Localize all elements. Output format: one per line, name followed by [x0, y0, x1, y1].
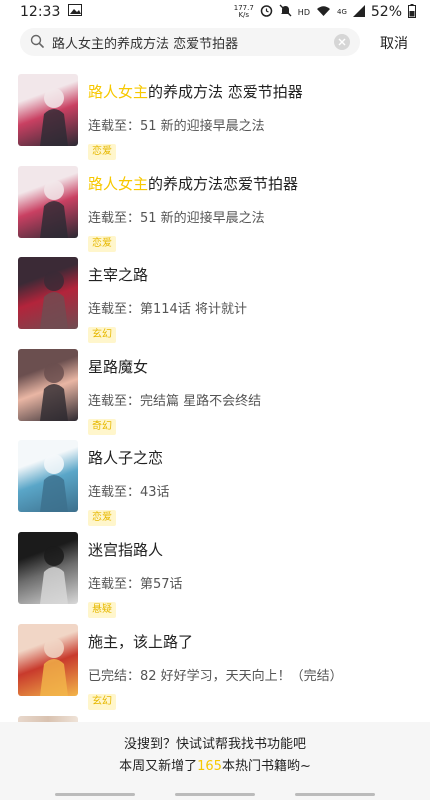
result-info: 星路魔女 连载至：完结篇 星路不会终结 奇幻	[88, 356, 420, 435]
network-type-label: 4G	[336, 8, 347, 16]
battery-icon	[408, 3, 416, 21]
signal-icon	[352, 4, 365, 20]
result-latest-chapter: 连载至：第114话 将计就计	[88, 302, 247, 318]
result-latest-chapter: 连载至：51 新的迎接早晨之法	[88, 119, 265, 134]
title-highlight: 路人女主	[88, 83, 149, 101]
result-info: 路人女主的养成方法恋爱节拍器 连载至：51 新的迎接早晨之法 恋爱	[88, 173, 420, 252]
genre-tag: 玄幻	[88, 327, 116, 344]
hd-icon: HD	[297, 7, 310, 17]
request-book-line1: 没搜到？快试试帮我找书功能吧	[123, 737, 306, 752]
result-info: 施主，该上路了 已完结：82 好好学习，天天向上！（完结） 玄幻	[88, 631, 420, 710]
genre-tag: 恋爱	[88, 144, 116, 160]
title-highlight: 路人女主	[88, 174, 149, 193]
net-speed-unit: K/s	[238, 11, 250, 19]
result-title[interactable]: 主宰之路	[88, 264, 420, 285]
result-info: 路人子之恋 连载至：43话 恋爱	[88, 447, 420, 527]
cancel-button[interactable]: 取消	[380, 33, 408, 53]
net-speed: 177.7 K/s	[234, 5, 254, 19]
alarm-icon	[260, 4, 273, 20]
comic-cover[interactable]	[18, 531, 78, 604]
request-book-banner[interactable]: 没搜到？快试试帮我找书功能吧 本周又新增了165本热门书籍哟~	[0, 722, 430, 800]
search-input[interactable]: 路人女主的养成方法 恋爱节拍器	[52, 33, 334, 52]
new-books-prefix: 本周又新增了	[119, 759, 198, 774]
genre-tag: 玄幻	[88, 693, 116, 710]
result-item[interactable]: 路人子之恋 连载至：43话 恋爱	[0, 440, 430, 532]
status-bar: 12:33 177.7 K/s HD 4G 52%	[0, 0, 430, 24]
search-results-list: 路人女主的养成方法 恋爱节拍器 连载至：51 新的迎接早晨之法 恋爱 路人女主的…	[0, 74, 430, 715]
result-latest-chapter: 连载至：第57话	[88, 576, 183, 592]
genre-tag: 恋爱	[88, 510, 116, 527]
title-rest: 施主，该上路了	[88, 632, 194, 651]
title-rest: 迷宫指路人	[88, 540, 164, 559]
title-rest: 星路魔女	[88, 357, 149, 376]
result-item[interactable]: 施主，该上路了 已完结：82 好好学习，天天向上！（完结） 玄幻	[0, 623, 430, 716]
result-title[interactable]: 星路魔女	[88, 356, 420, 377]
result-title[interactable]: 路人女主的养成方法 恋爱节拍器	[88, 81, 420, 102]
result-info: 迷宫指路人 连载至：第57话 悬疑	[88, 539, 420, 618]
result-title[interactable]: 路人子之恋	[88, 447, 420, 468]
title-rest: 路人子之恋	[88, 449, 164, 468]
comic-cover[interactable]	[18, 257, 78, 330]
result-latest-chapter: 连载至：51 新的迎接早晨之法	[88, 210, 265, 226]
gallery-icon	[68, 4, 83, 20]
result-title[interactable]: 施主，该上路了	[88, 631, 420, 652]
result-info: 路人女主的养成方法 恋爱节拍器 连载至：51 新的迎接早晨之法 恋爱	[88, 81, 420, 160]
result-item[interactable]: 路人女主的养成方法 恋爱节拍器 连载至：51 新的迎接早晨之法 恋爱	[0, 74, 430, 166]
new-books-suffix: 本热门书籍哟~	[221, 759, 311, 774]
result-latest-chapter: 已完结：82 好好学习，天天向上！（完结）	[88, 668, 343, 684]
comic-cover[interactable]	[18, 165, 78, 238]
search-bar[interactable]: 路人女主的养成方法 恋爱节拍器	[20, 28, 360, 56]
comic-cover[interactable]	[18, 440, 78, 513]
comic-cover[interactable]	[18, 623, 78, 696]
result-item[interactable]: 路人女主的养成方法恋爱节拍器 连载至：51 新的迎接早晨之法 恋爱	[0, 165, 430, 258]
result-item[interactable]: 主宰之路 连载至：第114话 将计就计 玄幻	[0, 257, 430, 349]
result-item[interactable]: 迷宫指路人 连载至：第57话 悬疑	[0, 531, 430, 624]
title-rest: 的养成方法恋爱节拍器	[148, 174, 299, 193]
request-book-line2: 本周又新增了165本热门书籍哟~	[0, 756, 430, 778]
comic-cover[interactable]	[18, 74, 78, 146]
title-rest: 主宰之路	[88, 266, 149, 285]
clear-search-button[interactable]	[334, 34, 350, 50]
nav-indicator-center	[175, 793, 255, 796]
genre-tag: 奇幻	[88, 418, 116, 435]
result-latest-chapter: 连载至：43话	[88, 485, 170, 501]
close-icon	[338, 38, 346, 46]
title-rest: 的养成方法 恋爱节拍器	[148, 83, 303, 101]
wifi-icon	[316, 5, 331, 20]
result-title[interactable]: 路人女主的养成方法恋爱节拍器	[88, 173, 420, 194]
result-item[interactable]: 星路魔女 连载至：完结篇 星路不会终结 奇幻	[0, 348, 430, 441]
result-title[interactable]: 迷宫指路人	[88, 539, 420, 560]
mute-icon	[279, 4, 292, 20]
result-latest-chapter: 连载至：完结篇 星路不会终结	[88, 393, 262, 409]
result-info: 主宰之路 连载至：第114话 将计就计 玄幻	[88, 264, 420, 344]
battery-percent: 52%	[370, 4, 402, 20]
status-time: 12:33	[20, 4, 61, 20]
genre-tag: 悬疑	[88, 601, 116, 618]
nav-indicator-left	[55, 793, 135, 796]
nav-indicator-right	[295, 793, 375, 796]
search-icon	[30, 33, 44, 52]
genre-tag: 恋爱	[88, 235, 116, 252]
new-books-count: 165	[197, 759, 222, 774]
comic-cover[interactable]	[18, 348, 78, 421]
